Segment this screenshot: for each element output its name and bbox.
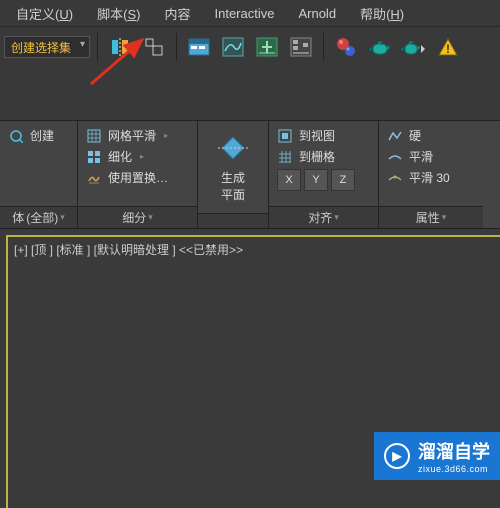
panel-title-all[interactable]: 体(全部)▾ [0,206,77,228]
teapot-icon [368,37,392,57]
watermark-title: 溜溜自学 [418,442,490,462]
panel-title-align[interactable]: 对齐▾ [269,206,378,228]
menu-script[interactable]: 脚本(S) [85,0,152,27]
align-grid-icon [277,149,293,165]
main-toolbar: 创建选择集 ! [0,26,500,66]
tessellate-item[interactable]: 细化▸ [86,148,189,165]
ribbon-panel-plane: 生成 平面 [198,121,269,228]
ribbon-panel-attr: 硬 平滑 平滑 30 属性▾ [379,121,483,228]
mesh-smooth-label: 网格平滑 [108,127,156,144]
menu-bar: 自定义(U) 脚本(S) 内容 Interactive Arnold 帮助(H) [0,0,500,26]
mesh-smooth-icon [86,128,102,144]
plane-icon [216,131,250,165]
play-icon: ▶ [384,443,410,469]
align-view-item[interactable]: 到视图 [277,127,370,144]
mesh-smooth-item[interactable]: 网格平滑▸ [86,127,189,144]
tessellate-icon [86,149,102,165]
menu-content[interactable]: 内容 [152,0,202,27]
align-z-button[interactable]: Z [331,169,355,191]
ribbon: 创建 体(全部)▾ 网格平滑▸ 细化▸ 使用置换… 细分▾ [0,120,500,228]
panel-title-attr[interactable]: 属性▾ [379,206,483,228]
align-grid-label: 到栅格 [299,148,335,165]
smooth30-label: 平滑 30 [409,169,450,186]
mirror-icon [109,36,131,58]
curve-editor-button[interactable] [218,32,248,62]
displace-label: 使用置换… [108,169,168,186]
menu-help[interactable]: 帮助(H) [348,0,416,27]
viewport-label[interactable]: [+] [顶 ] [标准 ] [默认明暗处理 ] <<已禁用>> [14,241,243,258]
align-x-button[interactable]: X [277,169,301,191]
menu-arnold[interactable]: Arnold [286,2,348,25]
smooth-label: 平滑 [409,148,433,165]
panel-title-subdiv[interactable]: 细分▾ [78,206,197,228]
teapot-arrow-icon [401,37,427,57]
smooth-item[interactable]: 平滑 [387,148,475,165]
selection-set-dropdown[interactable]: 创建选择集 [4,36,90,58]
align-button[interactable] [139,32,169,62]
create-icon [8,128,24,144]
render-button[interactable] [399,32,429,62]
mirror-button[interactable] [105,32,135,62]
schematic-icon [290,37,312,57]
align-view-label: 到视图 [299,127,335,144]
plane-label: 生成 平面 [221,169,245,203]
material-editor-button[interactable] [331,32,361,62]
layers-icon [187,37,211,57]
ribbon-panel-create: 创建 体(全部)▾ [0,121,78,228]
smooth30-icon [387,170,403,186]
ribbon-panel-subdiv: 网格平滑▸ 细化▸ 使用置换… 细分▾ [78,121,198,228]
menu-interactive[interactable]: Interactive [202,2,286,25]
xyz-buttons: X Y Z [277,169,370,191]
hard-label: 硬 [409,127,421,144]
align-view-icon [277,128,293,144]
hard-icon [387,128,403,144]
svg-text:!: ! [446,42,450,56]
align-y-button[interactable]: Y [304,169,328,191]
warning-button[interactable]: ! [433,32,463,62]
smooth30-item[interactable]: 平滑 30 [387,169,475,186]
create-item[interactable]: 创建 [8,127,69,144]
displace-item[interactable]: 使用置换… [86,169,189,186]
hard-item[interactable]: 硬 [387,127,475,144]
dope-icon [256,37,278,57]
smooth-icon [387,149,403,165]
watermark: ▶ 溜溜自学 zixue.3d66.com [374,432,500,480]
render-setup-button[interactable] [365,32,395,62]
material-icon [335,36,357,58]
ribbon-panel-align: 到视图 到栅格 X Y Z 对齐▾ [269,121,379,228]
generate-plane-button[interactable]: 生成 平面 [206,127,260,207]
align-icon [143,36,165,58]
curve-icon [222,37,244,57]
watermark-url: zixue.3d66.com [418,464,490,474]
layers-button[interactable] [184,32,214,62]
displace-icon [86,170,102,186]
align-grid-item[interactable]: 到栅格 [277,148,370,165]
dope-sheet-button[interactable] [252,32,282,62]
warning-icon: ! [437,37,459,57]
tessellate-label: 细化 [108,148,132,165]
create-label: 创建 [30,127,54,144]
schematic-button[interactable] [286,32,316,62]
menu-customize[interactable]: 自定义(U) [4,0,85,27]
